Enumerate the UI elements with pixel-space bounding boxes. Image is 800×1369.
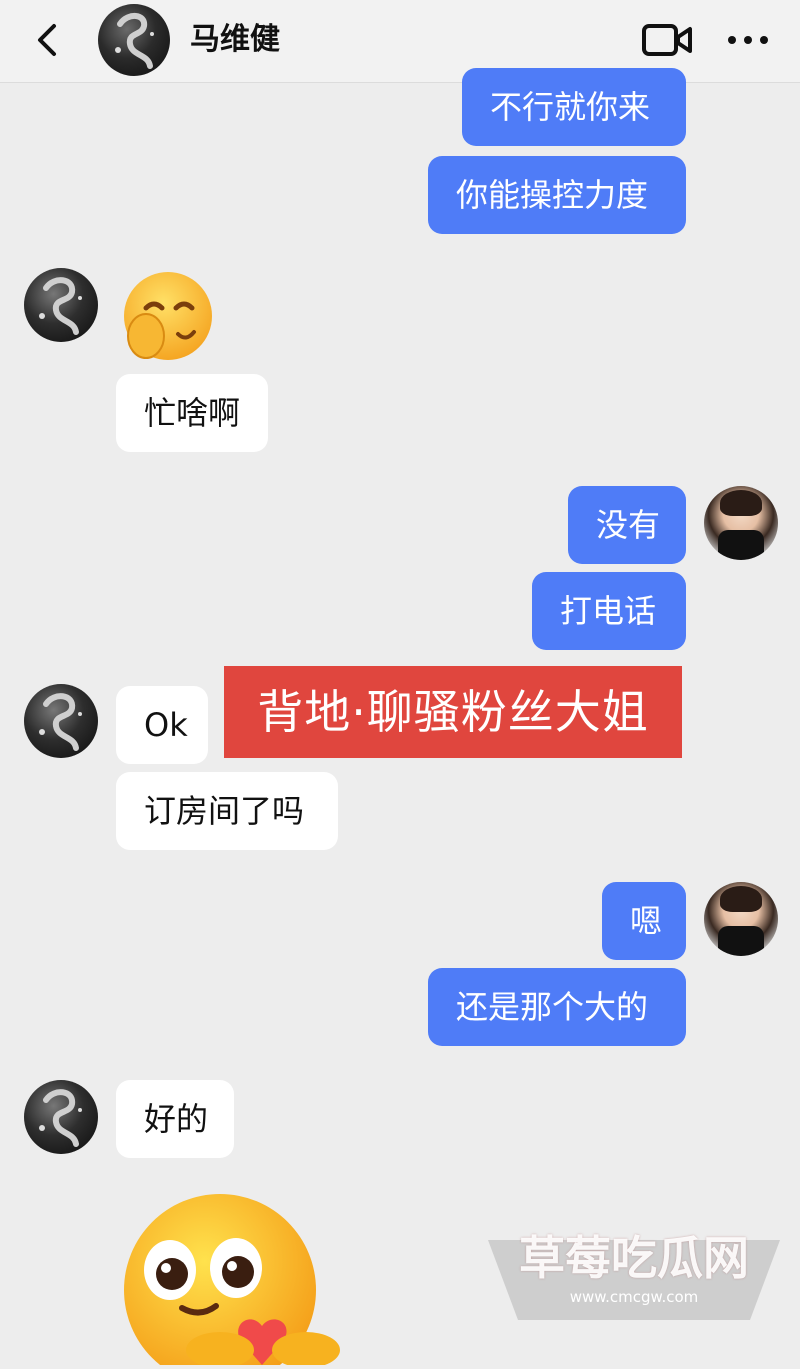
big-eyes-heart-emoji-icon[interactable]	[120, 1190, 360, 1369]
sent-message-bubble[interactable]: 打电话	[532, 572, 686, 650]
watermark-url: www.cmcgw.com	[569, 1288, 699, 1306]
contact-avatar[interactable]	[24, 1080, 98, 1154]
sent-message-bubble[interactable]: 没有	[568, 486, 686, 564]
video-call-button[interactable]	[640, 20, 694, 60]
received-message-bubble[interactable]: 忙啥啊	[116, 374, 268, 452]
video-call-icon	[642, 24, 692, 56]
more-options-button[interactable]	[724, 20, 772, 60]
contact-name[interactable]: 马维健	[190, 20, 280, 60]
received-message-bubble[interactable]: 好的	[116, 1080, 234, 1158]
contact-avatar[interactable]	[24, 684, 98, 758]
sent-message-bubble[interactable]: 不行就你来	[462, 68, 686, 146]
watermark: 草莓吃瓜网 www.cmcgw.com	[488, 1216, 780, 1320]
sent-message-bubble[interactable]: 嗯	[602, 882, 686, 960]
self-avatar[interactable]	[704, 882, 778, 956]
overlay-caption-banner: 背地·聊骚粉丝大姐	[224, 666, 682, 758]
contact-avatar[interactable]	[24, 268, 98, 342]
more-icon	[728, 36, 768, 44]
sent-message-bubble[interactable]: 你能操控力度	[428, 156, 686, 234]
back-button[interactable]	[28, 20, 68, 60]
received-message-bubble[interactable]: Ok	[116, 686, 208, 764]
received-message-bubble[interactable]: 订房间了吗	[116, 772, 338, 850]
smile-emoji-icon[interactable]	[116, 270, 216, 364]
sent-message-bubble[interactable]: 还是那个大的	[428, 968, 686, 1046]
self-avatar[interactable]	[704, 486, 778, 560]
back-icon	[38, 24, 56, 56]
contact-avatar[interactable]	[98, 4, 170, 76]
watermark-title: 草莓吃瓜网	[519, 1231, 749, 1285]
